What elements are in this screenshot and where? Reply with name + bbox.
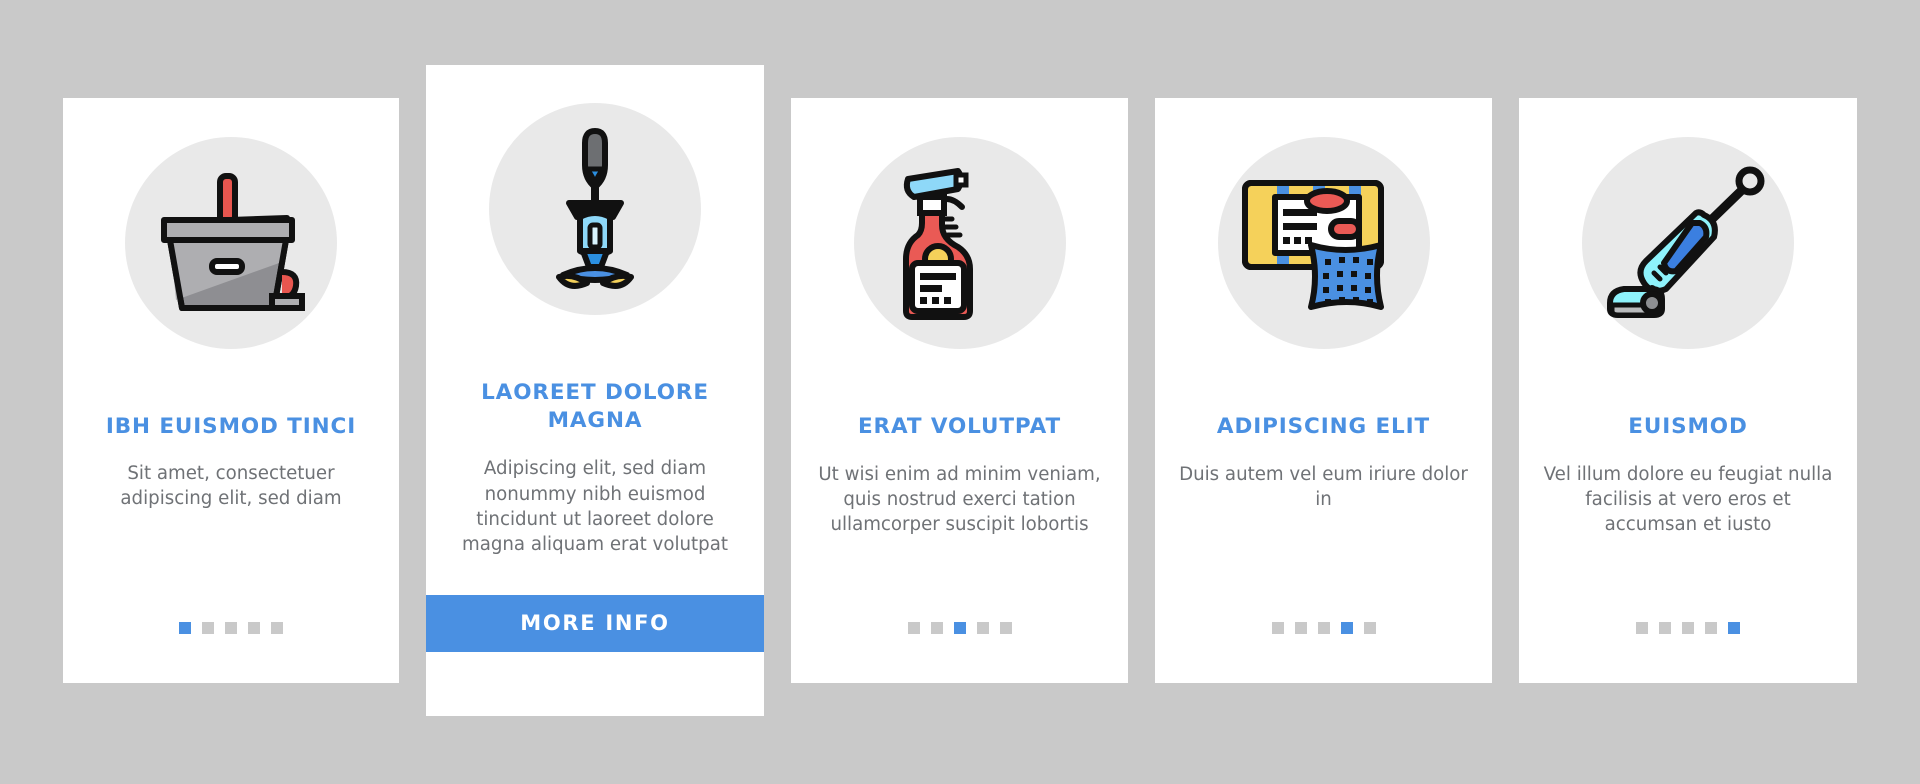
pagination-dot-5[interactable] [999, 622, 1012, 634]
icon-circle-1 [125, 137, 337, 349]
pagination-dots-4[interactable] [1271, 622, 1376, 634]
pagination-dot-4[interactable] [976, 622, 989, 634]
icon-area-5 [1519, 137, 1857, 349]
pagination-dot-4[interactable] [1340, 622, 1353, 634]
pagination-dot-1[interactable] [1271, 622, 1284, 634]
card-title-2: LAOREET DOLORE MAGNA [481, 380, 709, 433]
pagination-dot-4[interactable] [248, 622, 260, 634]
onboarding-card-2[interactable]: LAOREET DOLORE MAGNA Adipiscing elit, se… [426, 65, 764, 716]
pagination-dot-5[interactable] [1363, 622, 1376, 634]
pagination-dot-2[interactable] [930, 622, 943, 634]
pagination-dots-3[interactable] [907, 622, 1012, 634]
pagination-dot-5[interactable] [271, 622, 283, 634]
button-slot-2: MORE INFO [426, 595, 764, 652]
pagination-dot-1[interactable] [907, 622, 920, 634]
card-title-3: ERAT VOLUTPAT [857, 414, 1062, 439]
onboarding-card-3[interactable]: ERAT VOLUTPAT Ut wisi enim ad minim veni… [791, 98, 1128, 683]
pagination-dot-2[interactable] [1294, 622, 1307, 634]
icon-circle-2 [489, 103, 701, 315]
pagination-dot-3[interactable] [1317, 622, 1330, 634]
sponge-package-icon [1241, 180, 1384, 310]
vacuum-cleaner-icon [1607, 166, 1765, 318]
card-body-4: Duis autem vel eum iriure dolor in [1179, 463, 1468, 510]
pagination-dots-5[interactable] [1636, 622, 1740, 634]
card-body-5: Vel illum dolore eu feugiat nulla facili… [1543, 463, 1833, 536]
card-body-2: Adipiscing elit, sed diam nonummy nibh e… [462, 458, 728, 556]
icon-area-4 [1155, 137, 1492, 349]
onboarding-screens-container: IBH EUISMOD TINCI Sit amet, consectetuer… [0, 0, 1920, 784]
card-body-1: Sit amet, consectetuer adipiscing elit, … [120, 462, 342, 509]
card-body-3: Ut wisi enim ad minim veniam, quis nostr… [818, 463, 1101, 536]
pagination-dot-3[interactable] [1682, 622, 1694, 634]
spin-mop-icon [556, 128, 634, 289]
onboarding-card-1[interactable]: IBH EUISMOD TINCI Sit amet, consectetuer… [63, 98, 399, 683]
card-title-5: EUISMOD [1628, 414, 1748, 439]
pagination-dots-1[interactable] [179, 622, 283, 634]
mop-bucket-icon [161, 173, 305, 311]
pagination-dot-2[interactable] [1659, 622, 1671, 634]
onboarding-card-5[interactable]: EUISMOD Vel illum dolore eu feugiat null… [1519, 98, 1857, 683]
icon-area-2 [426, 103, 764, 315]
spray-bottle-icon [902, 168, 973, 320]
pagination-dot-5[interactable] [1728, 622, 1740, 634]
card-title-4: ADIPISCING ELIT [1216, 414, 1431, 439]
pagination-dot-3[interactable] [225, 622, 237, 634]
icon-circle-3 [853, 137, 1066, 349]
card-title-1: IBH EUISMOD TINCI [105, 414, 357, 439]
pagination-dot-1[interactable] [1636, 622, 1648, 634]
pagination-dot-1[interactable] [179, 622, 191, 634]
icon-area-1 [63, 137, 399, 349]
icon-circle-4 [1217, 137, 1430, 349]
pagination-dot-4[interactable] [1705, 622, 1717, 634]
pagination-dot-3[interactable] [953, 622, 966, 634]
onboarding-card-4[interactable]: ADIPISCING ELIT Duis autem vel eum iriur… [1155, 98, 1492, 683]
more-info-button[interactable]: MORE INFO [426, 595, 764, 652]
icon-area-3 [791, 137, 1128, 349]
icon-circle-5 [1582, 137, 1794, 349]
pagination-dot-2[interactable] [202, 622, 214, 634]
